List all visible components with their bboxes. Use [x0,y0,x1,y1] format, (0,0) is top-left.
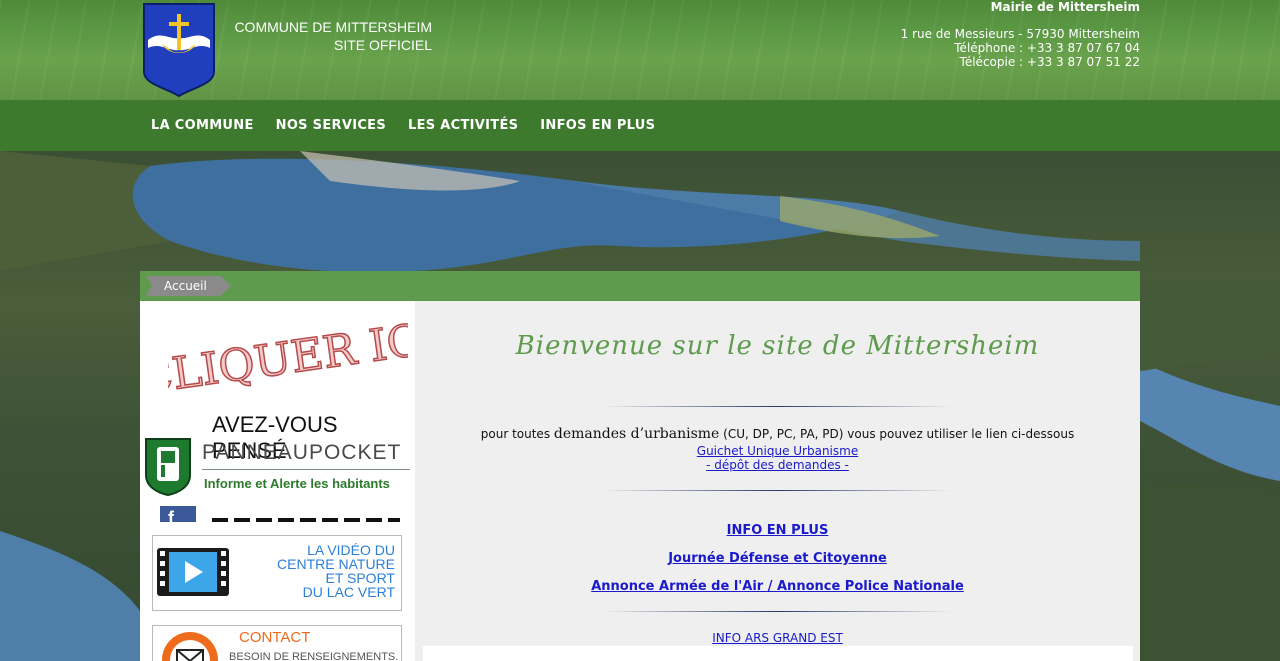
info-en-plus-row: INFO EN PLUS [415,523,1140,538]
panneaupocket-name: PANNEAUPOCKET [202,441,402,464]
video-play-icon [157,548,229,596]
welcome-title: Bienvenue sur le site de Mittersheim [515,331,1040,361]
sidebar: CLIQUER ICI AVEZ-VOUS PENSÉ PANNEAUPOCKE… [140,301,415,661]
depot-link-row: - dépôt des demandes - [415,458,1140,472]
site-name: COMMUNE DE MITTERSHEIM SITE OFFICIEL [222,18,432,54]
mairie-phone: Téléphone : +33 3 87 07 67 04 [954,41,1140,55]
guichet-unique-urbanisme-link[interactable]: Guichet Unique Urbanisme [697,444,858,458]
mairie-fax: Télécopie : +33 3 87 07 51 22 [959,55,1140,69]
contact-mail-icon [162,632,218,661]
video-line2: CENTRE NATURE [277,556,395,572]
contact-subtitle: BESOIN DE RENSEIGNEMENTS. [229,651,399,661]
nav-item-la-commune[interactable]: LA COMMUNE [140,118,265,133]
facebook-banner[interactable]: f [160,506,400,522]
separator-3 [602,611,952,612]
panneaupocket-banner[interactable]: AVEZ-VOUS PENSÉ PANNEAUPOCKET Informe et… [140,409,415,499]
panneaupocket-divider [202,469,410,470]
content-card [423,646,1133,661]
cliquer-ici-banner[interactable]: CLIQUER ICI [168,311,408,401]
contact-title: CONTACT [239,629,311,646]
info-ars-grand-est-link[interactable]: INFO ARS GRAND EST [712,631,843,645]
nav-item-les-activites[interactable]: LES ACTIVITÉS [397,118,529,133]
nav-item-infos-en-plus[interactable]: INFOS EN PLUS [529,118,666,133]
contact-banner[interactable]: CONTACT BESOIN DE RENSEIGNEMENTS. [152,625,402,661]
annonce-armee-police-link[interactable]: Annonce Armée de l'Air / Annonce Police … [591,579,964,594]
facebook-icon: f [160,506,196,522]
video-lac-vert-banner[interactable]: LA VIDÉO DU CENTRE NATURE ET SPORT DU LA… [152,535,402,611]
panneaupocket-tagline: Informe et Alerte les habitants [204,476,390,491]
separator-1 [602,406,952,407]
panneaupocket-logo-icon [145,438,191,497]
nav-menu: LA COMMUNE NOS SERVICES LES ACTIVITÉS IN… [140,100,666,151]
video-line1: LA VIDÉO DU [307,542,395,558]
mairie-contact-block: Mairie de Mittersheim 1 rue de Messieurs… [901,0,1140,69]
annonce-row: Annonce Armée de l'Air / Annonce Police … [415,579,1140,594]
urba-suffix: (CU, DP, PC, PA, PD) vous pouvez utilise… [723,427,1075,441]
separator-2 [602,490,952,491]
mairie-title: Mairie de Mittersheim [990,0,1140,14]
urbanisme-notice: pour toutes demandes d’urbanisme (CU, DP… [415,427,1140,441]
breadcrumb-home-link[interactable]: Accueil [146,276,231,296]
guichet-link-row: Guichet Unique Urbanisme [415,444,1140,458]
cliquer-ici-text: CLIQUER ICI [168,312,408,401]
main-navigation: LA COMMUNE NOS SERVICES LES ACTIVITÉS IN… [0,100,1280,151]
mittersheim-coat-of-arms-logo[interactable] [142,2,216,98]
video-line3: ET SPORT [325,570,395,586]
info-en-plus-link[interactable]: INFO EN PLUS [727,523,829,538]
urba-serif-text: demandes d’urbanisme [553,426,720,442]
jdc-row: Journée Défense et Citoyenne [415,551,1140,566]
urba-prefix: pour toutes [480,427,551,441]
depot-des-demandes-link[interactable]: - dépôt des demandes - [706,458,849,472]
mairie-address: 1 rue de Messieurs - 57930 Mittersheim [900,27,1140,41]
journee-defense-citoyenne-link[interactable]: Journée Défense et Citoyenne [668,551,887,566]
site-name-line1: COMMUNE DE MITTERSHEIM [234,19,432,35]
breadcrumb: Accueil [140,271,1140,301]
site-name-line2: SITE OFFICIEL [333,37,432,53]
video-banner-text: LA VIDÉO DU CENTRE NATURE ET SPORT DU LA… [277,543,395,599]
video-line4: DU LAC VERT [302,584,395,600]
ars-row: INFO ARS GRAND EST [415,631,1140,645]
nav-item-nos-services[interactable]: NOS SERVICES [265,118,397,133]
facebook-banner-text-cropped [212,518,400,522]
main-content: Bienvenue sur le site de Mittersheim pou… [415,301,1140,661]
